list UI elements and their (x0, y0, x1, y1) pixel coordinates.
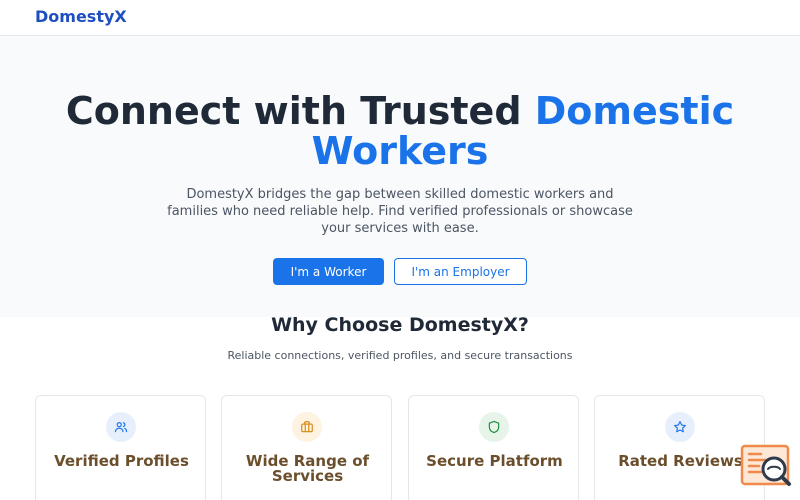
chat-widget-icon[interactable] (740, 444, 792, 488)
brand-logo[interactable]: DomestyX (35, 7, 127, 26)
features-subtitle: Reliable connections, verified profiles,… (227, 349, 573, 362)
hero-description: DomestyX bridges the gap between skilled… (167, 187, 633, 236)
hero-title: Connect with Trusted Domestic Workers (0, 91, 800, 171)
feature-card-verified: Verified Profiles (35, 395, 206, 500)
shield-icon (479, 412, 509, 442)
features-title: Why Choose DomestyX? (271, 314, 529, 336)
hero-title-main: Connect with Trusted (65, 89, 535, 133)
feature-card-title: Verified Profiles (54, 452, 189, 470)
employer-button[interactable]: I'm an Employer (394, 258, 527, 285)
users-icon (106, 412, 136, 442)
feature-card-title: Wide Range of Services (245, 452, 370, 485)
worker-button[interactable]: I'm a Worker (273, 258, 384, 285)
hero-section: Connect with Trusted Domestic Workers Do… (0, 36, 800, 317)
site-header: DomestyX (0, 0, 800, 36)
feature-card-services: Wide Range of Services (221, 395, 392, 500)
feature-card-title: Secure Platform (426, 452, 563, 470)
briefcase-icon (292, 412, 322, 442)
star-icon (665, 412, 695, 442)
feature-card-secure: Secure Platform (408, 395, 579, 500)
